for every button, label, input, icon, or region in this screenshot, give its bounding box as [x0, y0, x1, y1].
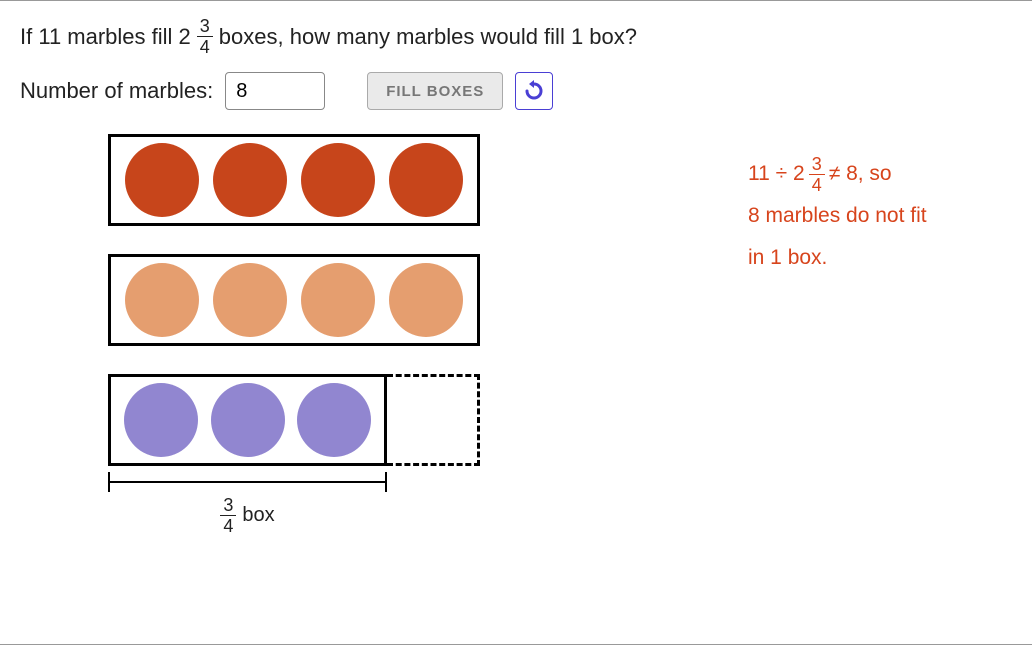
- marble: [301, 143, 375, 217]
- marble: [211, 383, 285, 457]
- marble: [301, 263, 375, 337]
- measure-frac-num: 3: [220, 496, 236, 515]
- question-frac-num: 3: [197, 17, 213, 36]
- measure-fraction: 3 4: [220, 496, 236, 535]
- measure-bar: [108, 481, 387, 483]
- question-text: If 11 marbles fill 2 3 4 boxes, how many…: [20, 17, 1012, 56]
- question-seg2: boxes, how many marbles would fill 1 box…: [219, 24, 637, 50]
- reset-button[interactable]: [515, 72, 553, 110]
- feedback-fraction: 3 4: [809, 155, 825, 194]
- feedback-text: 11 ÷ 2 3 4 ≠ 8, so 8 marbles do not fit …: [748, 153, 998, 279]
- measure-bracket: 3 4 box: [108, 472, 387, 535]
- measure-tick-right: [385, 472, 387, 492]
- feedback-frac-num: 3: [809, 155, 825, 174]
- box-2: [108, 254, 480, 346]
- question-fraction: 3 4: [197, 17, 213, 56]
- marbles-input[interactable]: [225, 72, 325, 110]
- question-seg1: If 11 marbles fill 2: [20, 24, 191, 50]
- measure-word: box: [242, 504, 274, 527]
- box-3-filled-portion: [108, 374, 387, 466]
- box-3: [108, 374, 480, 466]
- marble: [297, 383, 371, 457]
- marbles-label: Number of marbles:: [20, 78, 213, 104]
- marble: [389, 143, 463, 217]
- marble: [213, 143, 287, 217]
- feedback-line3: in 1 box.: [748, 237, 998, 279]
- feedback-frac-den: 4: [809, 174, 825, 194]
- feedback-line2: 8 marbles do not fit: [748, 195, 998, 237]
- feedback-pre: 11 ÷ 2: [748, 153, 805, 195]
- undo-icon: [522, 79, 546, 103]
- boxes-visual: [108, 134, 480, 466]
- measure-frac-den: 4: [220, 515, 236, 535]
- box-1: [108, 134, 480, 226]
- marble: [213, 263, 287, 337]
- measure-label: 3 4 box: [108, 496, 387, 535]
- marble: [125, 143, 199, 217]
- box-3-empty-quarter: [387, 374, 480, 466]
- feedback-post1: ≠ 8, so: [829, 153, 892, 195]
- question-frac-den: 4: [197, 36, 213, 56]
- marble: [389, 263, 463, 337]
- fill-boxes-button[interactable]: FILL BOXES: [367, 72, 503, 110]
- controls-row: Number of marbles: FILL BOXES: [20, 72, 1012, 110]
- marble: [125, 263, 199, 337]
- marble: [124, 383, 198, 457]
